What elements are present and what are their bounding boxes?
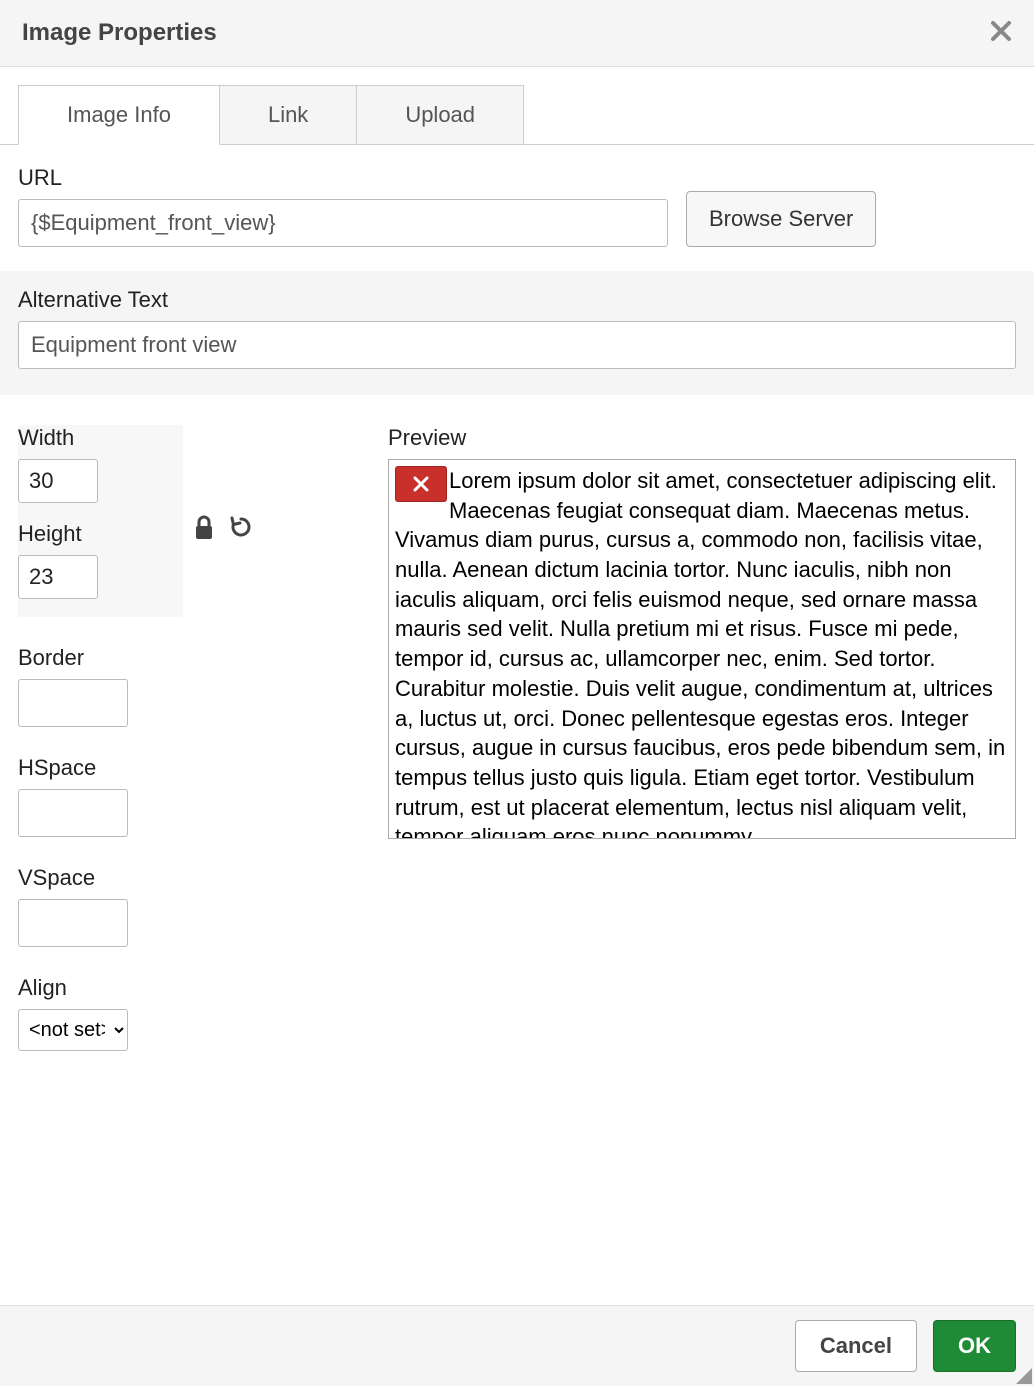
hspace-label: HSpace [18, 755, 368, 781]
close-icon[interactable] [990, 18, 1012, 48]
vspace-label: VSpace [18, 865, 368, 891]
preview-column: Preview Lorem ipsum dolor sit amet, cons… [388, 425, 1016, 1051]
dialog-footer: Cancel OK [0, 1305, 1034, 1386]
resize-grip-icon[interactable] [1016, 1368, 1032, 1384]
width-height-block: Width Height [18, 425, 183, 617]
height-label: Height [18, 521, 183, 547]
preview-label: Preview [388, 425, 1016, 451]
dimensions-column: Width Height [18, 425, 368, 1051]
width-input[interactable] [18, 459, 98, 503]
hspace-input[interactable] [18, 789, 128, 837]
vspace-input[interactable] [18, 899, 128, 947]
image-properties-dialog: Image Properties Image Info Link Upload … [0, 0, 1034, 1386]
border-label: Border [18, 645, 368, 671]
lock-ratio-icon[interactable] [193, 515, 215, 541]
ok-button[interactable]: OK [933, 1320, 1016, 1372]
alt-text-input[interactable] [18, 321, 1016, 369]
broken-image-icon [395, 466, 447, 502]
height-input[interactable] [18, 555, 98, 599]
url-input[interactable] [18, 199, 668, 247]
dialog-header: Image Properties [0, 0, 1034, 67]
align-label: Align [18, 975, 368, 1001]
tab-upload[interactable]: Upload [356, 85, 524, 144]
dialog-title: Image Properties [22, 19, 217, 47]
tab-image-info[interactable]: Image Info [18, 85, 220, 145]
cancel-button[interactable]: Cancel [795, 1320, 917, 1372]
browse-server-button[interactable]: Browse Server [686, 191, 876, 247]
border-input[interactable] [18, 679, 128, 727]
width-label: Width [18, 425, 183, 451]
reset-size-icon[interactable] [229, 515, 253, 541]
lower-grid: Width Height [18, 425, 1016, 1051]
tab-bar: Image Info Link Upload [0, 85, 1034, 145]
url-row: URL Browse Server [18, 165, 1016, 247]
align-select[interactable]: <not set> [18, 1009, 128, 1051]
alt-text-section: Alternative Text [0, 271, 1034, 395]
alt-text-label: Alternative Text [18, 287, 1016, 313]
tab-link[interactable]: Link [219, 85, 357, 144]
url-label: URL [18, 165, 668, 191]
preview-text: Lorem ipsum dolor sit amet, consectetuer… [395, 468, 1005, 839]
tab-panel-image-info: URL Browse Server Alternative Text Width… [0, 145, 1034, 1305]
preview-box: Lorem ipsum dolor sit amet, consectetuer… [388, 459, 1016, 839]
